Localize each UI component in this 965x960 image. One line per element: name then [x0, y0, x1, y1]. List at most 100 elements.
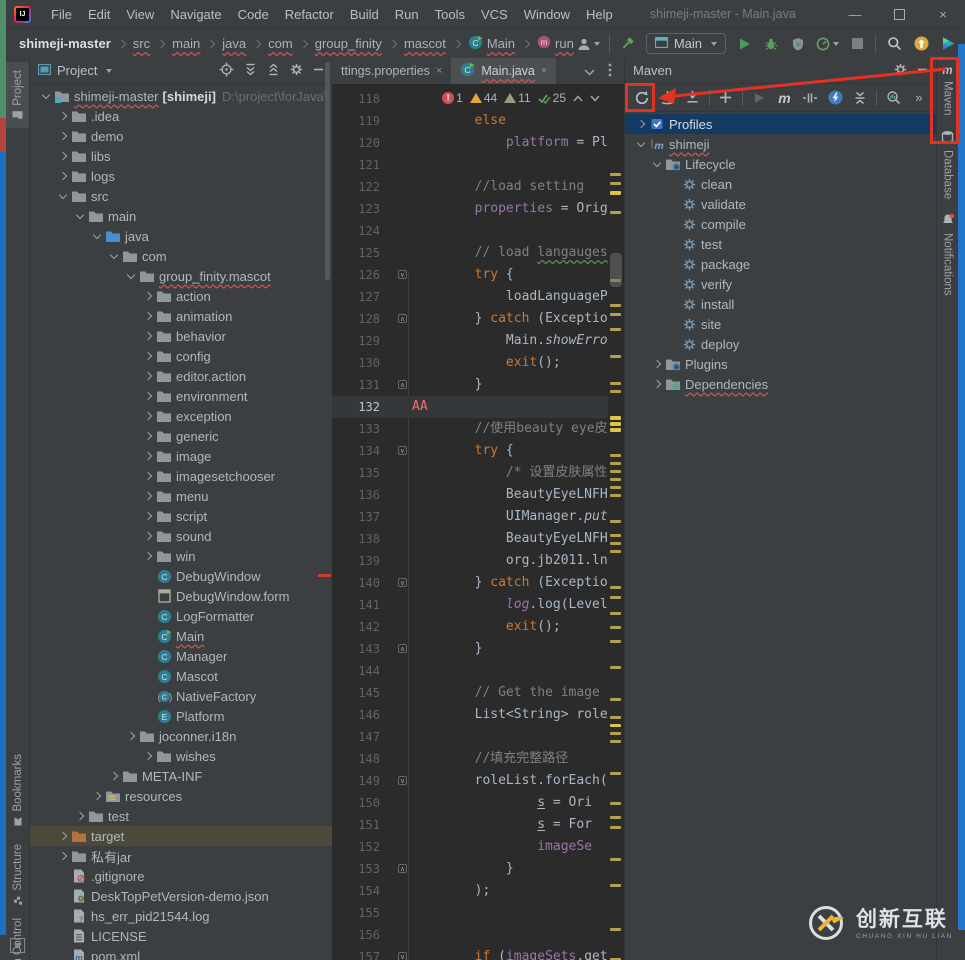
code-line-157[interactable]: 157 ∨ if (imageSets.get( [332, 946, 624, 960]
hide-panel-icon[interactable] [313, 63, 324, 78]
tree-chevron-icon[interactable] [140, 411, 155, 421]
project-item-com[interactable]: com [30, 246, 332, 266]
project-item-action[interactable]: action [30, 286, 332, 306]
menu-item-view[interactable]: View [118, 3, 162, 26]
code-line-122[interactable]: 122 //load setting [332, 176, 624, 198]
tree-chevron-icon[interactable] [140, 751, 155, 761]
code-line-123[interactable]: 123 properties = Origin [332, 198, 624, 220]
code-line-141[interactable]: 141 log.log(Level.S [332, 594, 624, 616]
generate-sources-and-update-folders-icon[interactable] [681, 87, 705, 109]
close-tab-icon[interactable]: × [541, 65, 547, 77]
menu-item-run[interactable]: Run [387, 3, 427, 26]
menu-item-vcs[interactable]: VCS [473, 3, 516, 26]
code-line-156[interactable]: 156 [332, 924, 624, 946]
tree-chevron-icon[interactable] [55, 851, 70, 861]
fold-expand-icon[interactable]: ∨ [398, 775, 407, 785]
project-item--idea[interactable]: .idea [30, 106, 332, 126]
maven-item-validate[interactable]: validate [625, 194, 936, 214]
run-button-icon[interactable] [735, 33, 753, 55]
code-editor[interactable]: ! 1 44 11 25 118 119 else 120 platform = Plat 1… [332, 84, 624, 960]
tree-chevron-icon[interactable] [140, 291, 155, 301]
tree-chevron-icon[interactable] [55, 151, 70, 161]
project-item-debugwindow-form[interactable]: DebugWindow.form [30, 586, 332, 606]
project-item-libs[interactable]: libs [30, 146, 332, 166]
tree-chevron-icon[interactable] [123, 270, 138, 280]
menu-item-window[interactable]: Window [516, 3, 578, 26]
tree-chevron-icon[interactable] [649, 379, 664, 389]
project-item-shimeji-master[interactable]: shimeji-master [shimeji] D:\project\forJ… [30, 86, 332, 106]
project-item-debugwindow[interactable]: C DebugWindow [30, 566, 332, 586]
maven-tree[interactable]: Profiles m shimeji Lifecycle clean validate co… [625, 112, 936, 394]
chevron-down-icon[interactable] [584, 64, 595, 79]
breadcrumb-item-src[interactable]: src [130, 35, 153, 52]
run-maven-goal-icon[interactable] [747, 87, 771, 109]
project-item-menu[interactable]: menu [30, 486, 332, 506]
project-item-logs[interactable]: logs [30, 166, 332, 186]
sidebar-tab-notifications[interactable]: Notifications [937, 206, 958, 303]
tree-chevron-icon[interactable] [140, 511, 155, 521]
search-everywhere-icon[interactable] [885, 33, 903, 55]
ide-update-icon[interactable] [912, 33, 930, 55]
tree-chevron-icon[interactable] [649, 359, 664, 369]
maven-item-test[interactable]: test [625, 234, 936, 254]
download-sources-icon[interactable] [655, 87, 679, 109]
code-line-126[interactable]: 126 ∨ try { [332, 264, 624, 286]
project-item-joconner-i18n[interactable]: joconner.i18n [30, 726, 332, 746]
tree-chevron-icon[interactable] [140, 551, 155, 561]
tree-chevron-icon[interactable] [633, 119, 648, 129]
project-item-script[interactable]: script [30, 506, 332, 526]
project-item-exception[interactable]: exception [30, 406, 332, 426]
maven-item-verify[interactable]: verify [625, 274, 936, 294]
inspection-ok[interactable]: 25 [538, 91, 566, 105]
settings-gear-icon[interactable] [894, 63, 907, 79]
project-item-wishes[interactable]: wishes [30, 746, 332, 766]
tree-chevron-icon[interactable] [38, 90, 53, 100]
code-line-119[interactable]: 119 else [332, 110, 624, 132]
close-button[interactable]: × [921, 0, 965, 28]
project-item-demo[interactable]: demo [30, 126, 332, 146]
code-line-152[interactable]: 152 imageSe [332, 836, 624, 858]
tree-chevron-icon[interactable] [106, 250, 121, 260]
tree-chevron-icon[interactable] [140, 331, 155, 341]
breadcrumb-item-run[interactable]: m run [534, 34, 577, 53]
user-avatar-icon[interactable] [577, 33, 600, 55]
project-item-group-finity-mascot[interactable]: group_finity.mascot [30, 266, 332, 286]
prev-issue-icon[interactable] [573, 91, 583, 105]
code-line-139[interactable]: 139 org.jb2011.lnf [332, 550, 624, 572]
reload-all-maven-projects-icon[interactable] [630, 87, 654, 109]
maven-item-profiles[interactable]: Profiles [625, 114, 936, 134]
project-item-hs-err-pid21544-log[interactable]: ? hs_err_pid21544.log [30, 906, 332, 926]
maximize-button[interactable] [877, 0, 921, 28]
tree-chevron-icon[interactable] [72, 210, 87, 220]
tree-chevron-icon[interactable] [140, 351, 155, 361]
project-item-java[interactable]: java [30, 226, 332, 246]
inspection-weak-warning[interactable]: 11 [504, 91, 531, 105]
tree-chevron-icon[interactable] [89, 791, 104, 801]
project-item-mascot[interactable]: C Mascot [30, 666, 332, 686]
breadcrumb-item-shimeji-master[interactable]: shimeji-master [16, 35, 114, 52]
tree-chevron-icon[interactable] [140, 311, 155, 321]
menu-item-help[interactable]: Help [578, 3, 621, 26]
toggle-skip-tests-icon[interactable] [798, 87, 822, 109]
project-item-nativefactory[interactable]: (C)NativeFactory [30, 686, 332, 706]
code-line-150[interactable]: 150 s = Ori [332, 792, 624, 814]
close-tab-icon[interactable]: × [436, 65, 442, 77]
collapse-all-icon[interactable] [267, 63, 280, 79]
code-line-147[interactable]: 147 [332, 726, 624, 748]
fold-expand-icon[interactable]: ∨ [398, 951, 407, 960]
project-item-desktoppetversion-demo-json[interactable]: DeskTopPetVersion-demo.json [30, 886, 332, 906]
tree-chevron-icon[interactable] [89, 230, 104, 240]
breadcrumb-item-group_finity[interactable]: group_finity [312, 35, 385, 52]
tree-chevron-icon[interactable] [140, 471, 155, 481]
fold-expand-icon[interactable]: ∨ [398, 445, 407, 455]
maven-item-clean[interactable]: clean [625, 174, 936, 194]
tree-chevron-icon[interactable] [140, 391, 155, 401]
code-line-151[interactable]: 151 s = For [332, 814, 624, 836]
code-line-142[interactable]: 142 exit(); [332, 616, 624, 638]
code-line-137[interactable]: 137 UIManager.put [332, 506, 624, 528]
plugin-logo-icon[interactable] [939, 33, 957, 55]
code-line-148[interactable]: 148 //填充完整路径 [332, 748, 624, 770]
tree-chevron-icon[interactable] [55, 171, 70, 181]
code-line-155[interactable]: 155 [332, 902, 624, 924]
menu-item-edit[interactable]: Edit [80, 3, 118, 26]
